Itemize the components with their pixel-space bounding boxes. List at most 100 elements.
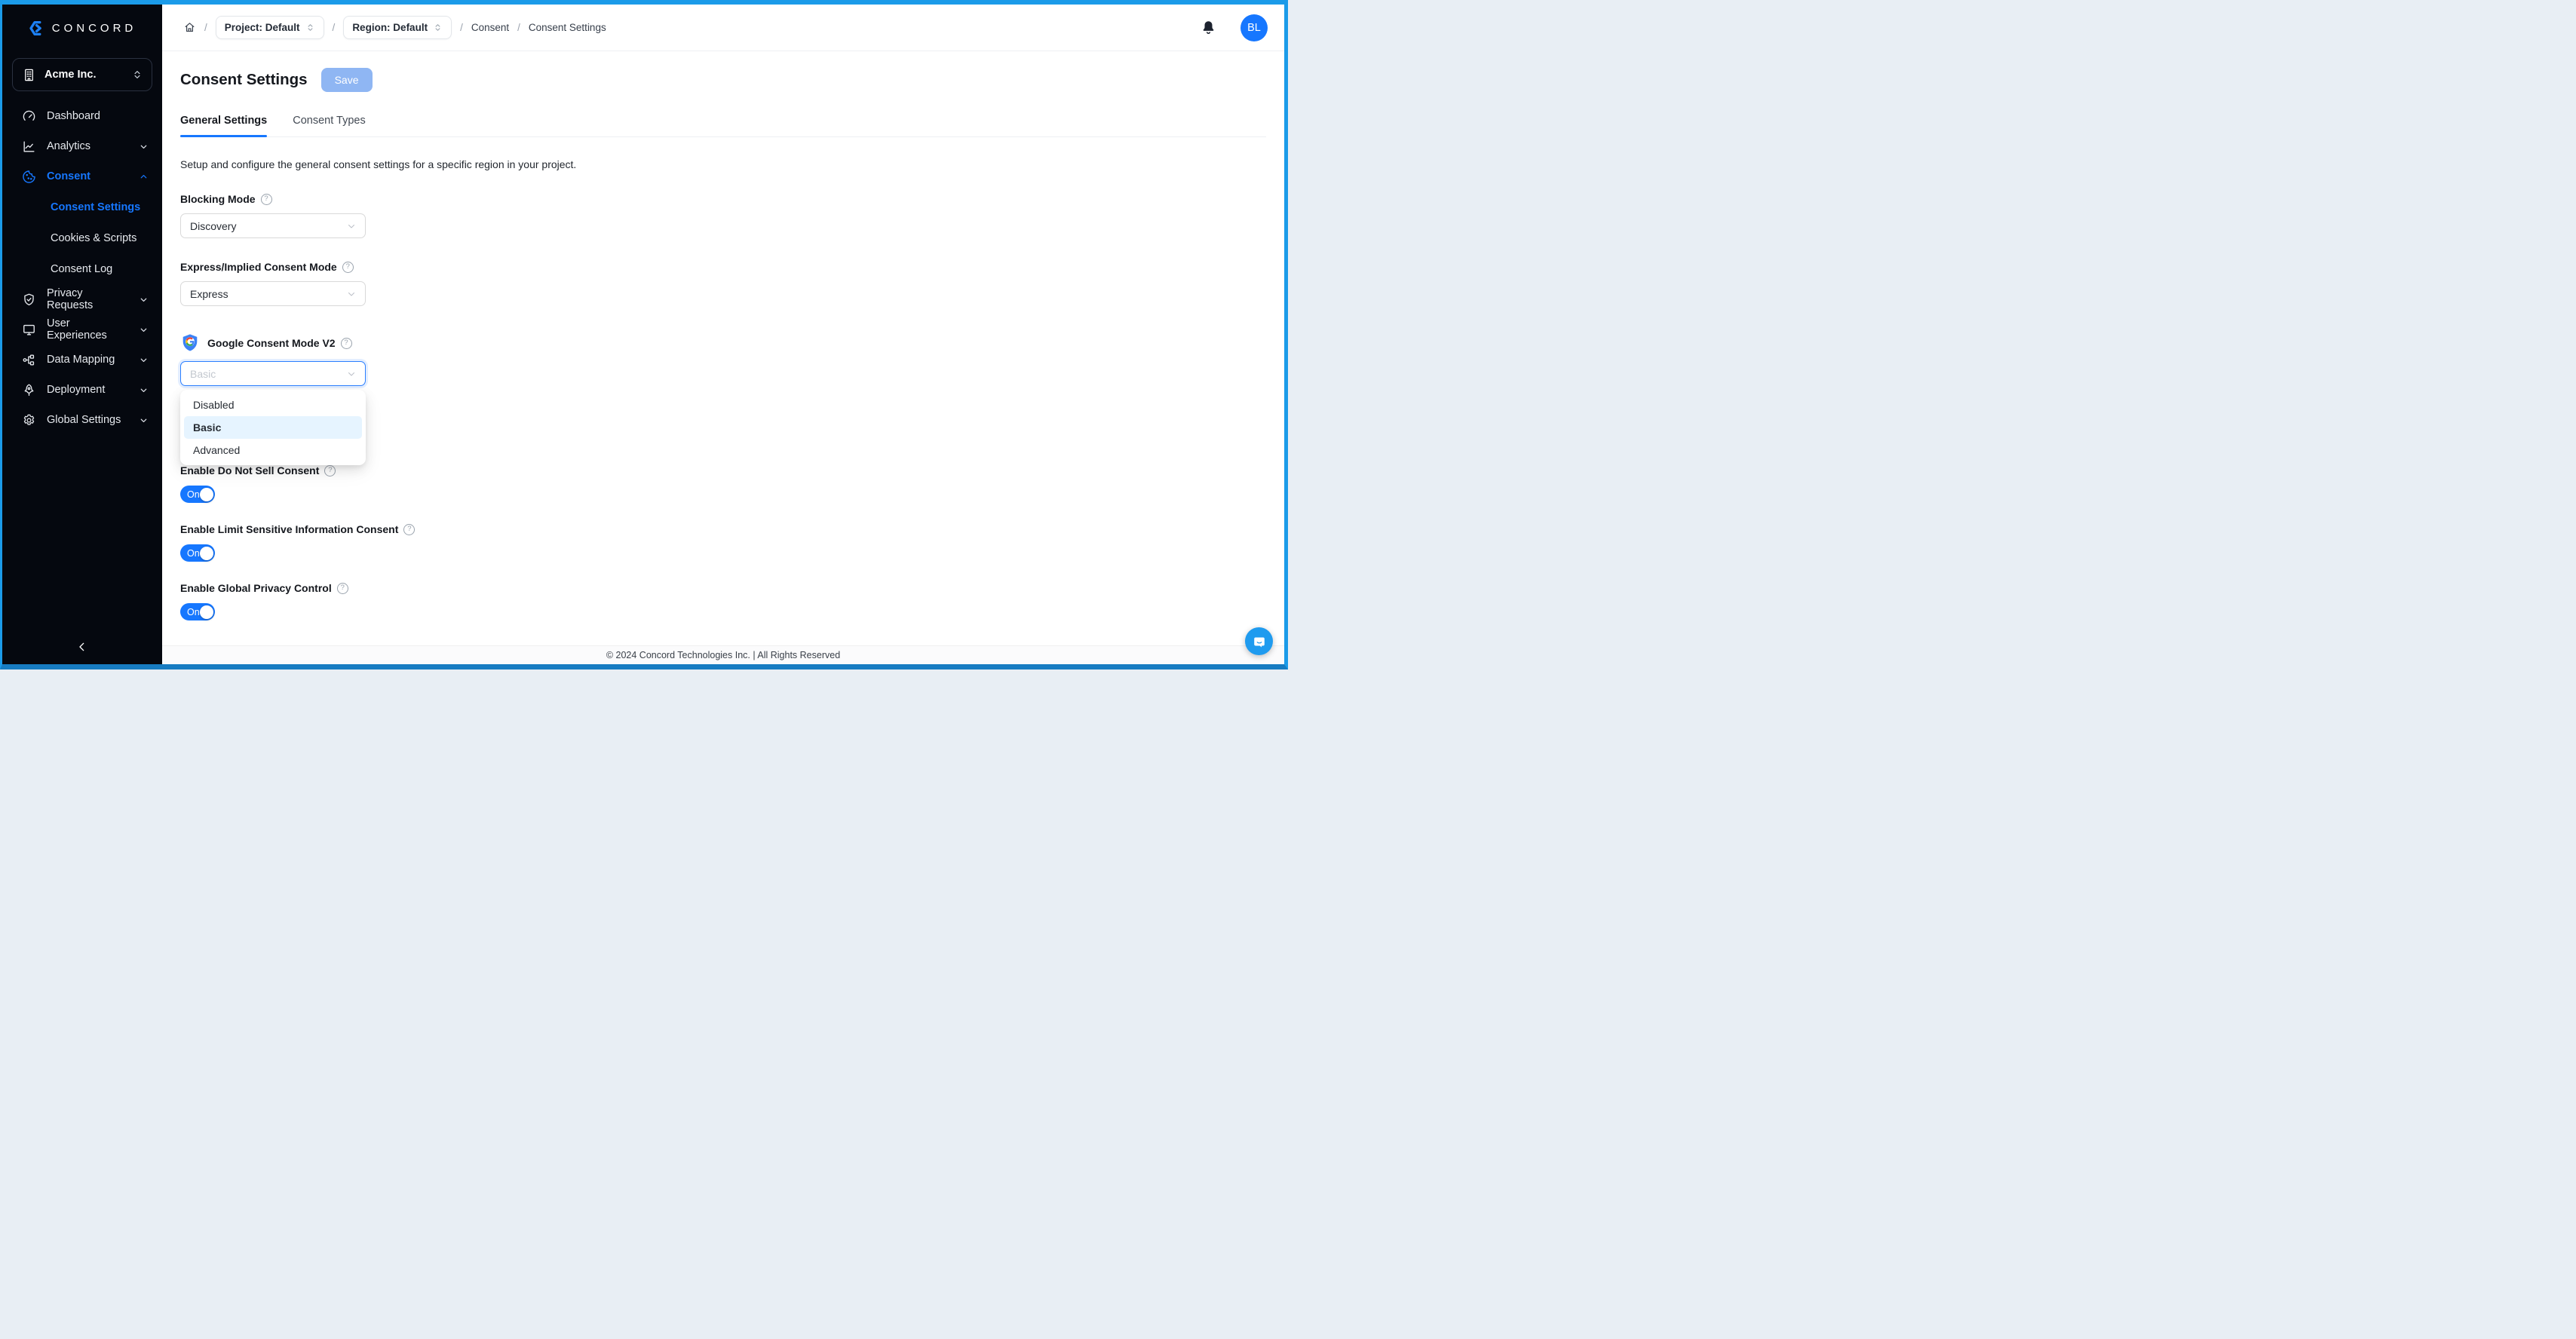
chevron-up-down-icon [305, 23, 315, 32]
org-selector[interactable]: Acme Inc. [12, 58, 152, 91]
help-icon[interactable]: ? [261, 194, 272, 205]
blocking-mode-label-row: Blocking Mode ? [180, 193, 1266, 205]
app-logo: CONCORD [2, 5, 162, 51]
breadcrumb-separator: / [517, 22, 520, 33]
sidebar-collapse-button[interactable] [2, 636, 162, 658]
sidebar-item-label: User Experiences [47, 317, 128, 342]
breadcrumb: / Project: Default / Region: Default / C… [183, 16, 606, 39]
express-mode-label-row: Express/Implied Consent Mode ? [180, 261, 1266, 273]
toggle-knob [200, 488, 213, 501]
sidebar-item-deployment[interactable]: Deployment [2, 375, 162, 405]
google-consent-mode-label-wrap: Google Consent Mode V2 ? [207, 337, 352, 349]
main-area: / Project: Default / Region: Default / C… [162, 5, 1284, 664]
sidebar-subitem-cookies-scripts[interactable]: Cookies & Scripts [2, 222, 162, 253]
copyright-text: © 2024 Concord Technologies Inc. | All R… [606, 650, 840, 660]
tab-consent-types[interactable]: Consent Types [293, 115, 365, 136]
help-icon[interactable]: ? [324, 465, 336, 476]
breadcrumb-separator: / [333, 22, 336, 33]
project-selector-label: Project: Default [225, 22, 300, 33]
building-icon [22, 68, 36, 82]
blocking-mode-label: Blocking Mode [180, 193, 256, 205]
google-consent-mode-label: Google Consent Mode V2 [207, 337, 336, 349]
chevron-down-icon [139, 355, 149, 365]
region-selector-label: Region: Default [352, 22, 428, 33]
sidebar-subitem-label: Consent Log [51, 263, 112, 275]
sidebar-item-dashboard[interactable]: Dashboard [2, 101, 162, 131]
sidebar-item-label: Global Settings [47, 414, 121, 426]
limit-sensitive-label: Enable Limit Sensitive Information Conse… [180, 523, 398, 535]
sidebar-item-user-experiences[interactable]: User Experiences [2, 314, 162, 345]
chevron-down-icon [139, 385, 149, 395]
google-consent-mode-value: Basic [190, 368, 216, 380]
sidebar-subitem-consent-log[interactable]: Consent Log [2, 253, 162, 284]
limit-sensitive-toggle[interactable]: On [180, 544, 215, 562]
monitor-icon [22, 323, 36, 337]
sidebar-item-label: Dashboard [47, 110, 100, 122]
app-window: CONCORD Acme Inc. [0, 0, 1288, 670]
sidebar-subitem-consent-settings[interactable]: Consent Settings [2, 192, 162, 222]
dropdown-option-disabled[interactable]: Disabled [184, 394, 362, 416]
sidebar: CONCORD Acme Inc. [2, 5, 162, 664]
toggle-knob [200, 547, 213, 560]
org-name: Acme Inc. [44, 69, 124, 81]
project-selector[interactable]: Project: Default [216, 16, 324, 39]
global-privacy-control-toggle[interactable]: On [180, 603, 215, 620]
sidebar-item-privacy-requests[interactable]: Privacy Requests [2, 284, 162, 314]
user-avatar[interactable]: BL [1240, 14, 1268, 41]
chevron-down-icon [347, 290, 356, 299]
express-mode-value: Express [190, 288, 228, 300]
google-shield-icon [180, 333, 200, 353]
line-chart-icon [22, 139, 36, 154]
sidebar-item-label: Privacy Requests [47, 287, 128, 311]
toggle-state-label: On [187, 489, 200, 500]
help-icon[interactable]: ? [342, 262, 354, 273]
toggle-knob [200, 605, 213, 619]
shield-check-icon [22, 293, 36, 307]
chat-launcher-button[interactable] [1245, 627, 1273, 655]
home-icon[interactable] [183, 21, 196, 34]
tab-general-settings[interactable]: General Settings [180, 115, 267, 136]
cookie-icon [22, 170, 36, 184]
breadcrumb-separator: / [204, 22, 207, 33]
global-privacy-control-label-row: Enable Global Privacy Control ? [180, 582, 1266, 594]
page-title: Consent Settings [180, 71, 308, 89]
global-privacy-control-label: Enable Global Privacy Control [180, 582, 332, 594]
sidebar-nav: Dashboard Analytics [2, 101, 162, 435]
sidebar-item-data-mapping[interactable]: Data Mapping [2, 345, 162, 375]
do-not-sell-toggle[interactable]: On [180, 486, 215, 503]
chevron-up-down-icon [433, 23, 443, 32]
sidebar-item-label: Deployment [47, 384, 105, 396]
help-icon[interactable]: ? [341, 338, 352, 349]
notifications-bell-icon[interactable] [1201, 20, 1216, 35]
do-not-sell-label-row: Enable Do Not Sell Consent ? [180, 464, 1266, 476]
do-not-sell-label: Enable Do Not Sell Consent [180, 464, 319, 476]
express-mode-select[interactable]: Express [180, 281, 366, 306]
region-selector[interactable]: Region: Default [343, 16, 452, 39]
google-consent-mode-label-row: Google Consent Mode V2 ? [180, 333, 1266, 353]
blocking-mode-select[interactable]: Discovery [180, 213, 366, 238]
gauge-icon [22, 109, 36, 124]
page-footer: © 2024 Concord Technologies Inc. | All R… [162, 645, 1284, 664]
chevron-up-down-icon [132, 69, 143, 80]
help-icon[interactable]: ? [337, 583, 348, 594]
sidebar-item-label: Analytics [47, 140, 90, 152]
sidebar-item-consent[interactable]: Consent [2, 161, 162, 192]
dropdown-option-basic[interactable]: Basic [184, 416, 362, 439]
save-button[interactable]: Save [321, 68, 373, 92]
concord-logo-icon [28, 20, 45, 37]
help-icon[interactable]: ? [403, 524, 415, 535]
limit-sensitive-label-row: Enable Limit Sensitive Information Conse… [180, 523, 1266, 535]
dropdown-option-advanced[interactable]: Advanced [184, 439, 362, 461]
sidebar-item-global-settings[interactable]: Global Settings [2, 405, 162, 435]
gear-icon [22, 413, 36, 427]
breadcrumb-separator: / [460, 22, 463, 33]
google-consent-mode-select[interactable]: Basic [180, 361, 366, 386]
breadcrumb-consent[interactable]: Consent [471, 22, 509, 33]
top-bar: / Project: Default / Region: Default / C… [162, 5, 1284, 51]
sidebar-subitem-label: Consent Settings [51, 201, 140, 213]
google-consent-mode-select-wrap: Basic Disabled Basic Advanced [180, 361, 366, 386]
chevron-down-icon [139, 415, 149, 425]
chevron-up-icon [139, 172, 149, 182]
breadcrumb-consent-settings: Consent Settings [529, 22, 606, 33]
sidebar-item-analytics[interactable]: Analytics [2, 131, 162, 161]
